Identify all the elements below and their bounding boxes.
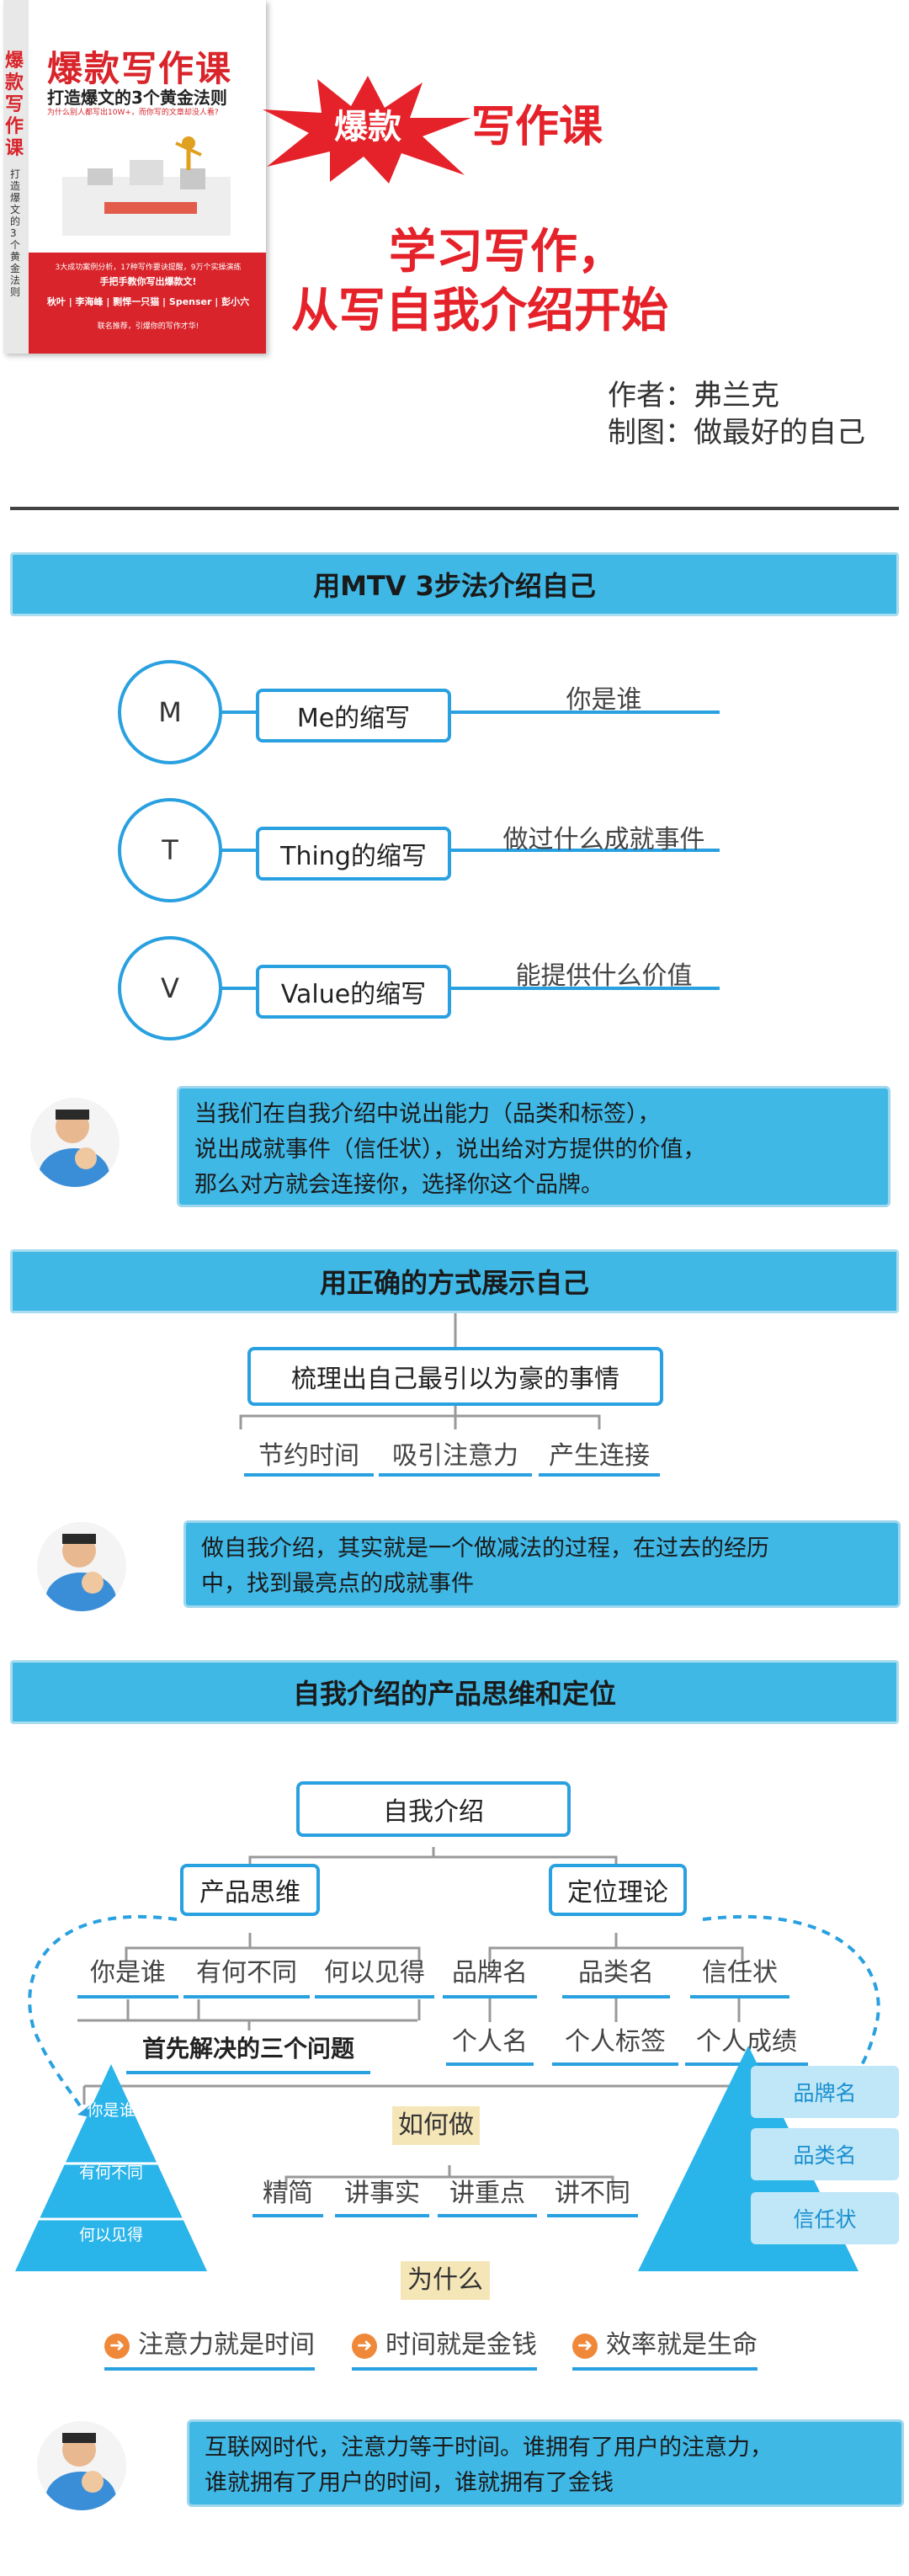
product-thinking-node: 产品思维 (180, 1864, 320, 1916)
book-promo-3: 手把手教你写出爆款文! (99, 276, 197, 287)
book-subtitle: 打造爆文的3个黄金法则 (47, 88, 227, 108)
why-item-1: ➜ 注意力就是时间 (104, 2323, 315, 2371)
section2-item: 节约时间 (244, 1434, 374, 1477)
arrow-right-icon: ➜ (572, 2333, 598, 2359)
right-item: 信任状 (690, 1951, 789, 1999)
mtv-circle-t: T (118, 798, 222, 902)
note-line: 做自我介绍，其实就是一个做减法的过程，在过去的经历 (201, 1535, 769, 1562)
note-line: 谁就拥有了用户的时间，谁就拥有了金钱 (205, 2470, 614, 2496)
how-item: 讲不同 (547, 2172, 638, 2217)
section3-title: 自我介绍的产品思维和定位 (10, 1660, 899, 1724)
mtv-circle-v: V (118, 936, 222, 1041)
why-item-3: ➜ 效率就是生命 (572, 2323, 758, 2371)
book-promo: 为什么别人都写出10W+，而你写的文章却没人看? (47, 109, 219, 117)
designer-line: 制图：做最好的自己 (608, 416, 865, 450)
right-item: 品类名 (562, 1951, 670, 1999)
right-tag: 信任状 (751, 2192, 899, 2244)
avatar (37, 1522, 126, 1611)
section2-title: 用正确的方式展示自己 (10, 1249, 899, 1313)
section1-note: 当我们在自我介绍中说出能力（品类和标签）， 说出成就事件（信任状），说出给对方提… (177, 1086, 890, 1207)
pyramid-level: 有何不同 (78, 2164, 143, 2182)
section2-item: 产生连接 (539, 1434, 660, 1477)
burst-text: 爆款 (334, 108, 401, 146)
note-line: 当我们在自我介绍中说出能力（品类和标签）， (194, 1101, 661, 1127)
author-line: 作者：弗兰克 (608, 379, 779, 412)
left-item: 有何不同 (183, 1951, 310, 1999)
root-node: 自我介绍 (296, 1781, 571, 1837)
note-line: 说出成就事件（信任状），说出给对方提供的价值， (194, 1136, 706, 1163)
book-spine-title: 爆款写作课 (5, 51, 24, 159)
mtv-box-m: Me的缩写 (256, 689, 451, 742)
avatar (30, 1098, 120, 1187)
mtv-desc-t: 做过什么成就事件 (502, 825, 705, 854)
right-item: 品牌名 (443, 1951, 537, 1999)
book-endorse: 秋叶 | 李海峰 | 剽悍一只猫 | Spenser | 彭小六 (46, 296, 250, 307)
book-cover: 爆款写作课 打造爆文的3个黄金法则 爆款写作课 打造爆文的3个黄金法则 为什么别… (3, 0, 266, 354)
book-illustration (62, 136, 231, 236)
why-label: 为什么 (401, 2261, 490, 2300)
section2-note: 做自我介绍，其实就是一个做减法的过程，在过去的经历 中，找到最亮点的成就事件 (183, 1520, 901, 1608)
mtv-box-t: Thing的缩写 (256, 827, 451, 881)
avatar (37, 2421, 126, 2510)
mtv-desc-m: 你是谁 (566, 685, 642, 715)
arrow-right-icon: ➜ (352, 2333, 377, 2359)
how-item: 讲事实 (335, 2172, 429, 2217)
header-divider (10, 507, 899, 510)
left-item: 何以见得 (315, 1951, 434, 1999)
book-spine-subtitle: 打造爆文的3个黄金法则 (10, 168, 21, 298)
why-item-text: 时间就是金钱 (385, 2330, 537, 2360)
note-line: 那么对方就会连接你，选择你这个品牌。 (194, 1172, 603, 1198)
section3-note: 互联网时代，注意力等于时间。谁拥有了用户的注意力， 谁就拥有了用户的时间，谁就拥… (187, 2419, 904, 2507)
section2-main-box: 梳理出自己最引以为豪的事情 (247, 1347, 663, 1406)
book-promo-2: 3大成功案例分析，17种写作要诀提醒，9万个实操演练 (55, 263, 242, 272)
section2-item: 吸引注意力 (379, 1434, 532, 1477)
left-item: 你是谁 (77, 1951, 178, 1999)
mtv-box-v: Value的缩写 (256, 965, 451, 1019)
how-item: 讲重点 (438, 2172, 537, 2217)
section1-title: 用MTV 3步法介绍自己 (10, 552, 899, 616)
note-line: 中，找到最亮点的成就事件 (201, 1571, 474, 1597)
right-sub-item: 个人名 (446, 2020, 534, 2066)
book-promo-4: 联名推荐，引爆你的写作才华! (97, 322, 199, 331)
why-item-text: 注意力就是时间 (138, 2330, 315, 2360)
mtv-desc-v: 能提供什么价值 (515, 961, 693, 991)
why-item-text: 效率就是生命 (606, 2330, 758, 2360)
right-tag: 品类名 (751, 2128, 899, 2180)
note-line: 互联网时代，注意力等于时间。谁拥有了用户的注意力， (205, 2435, 773, 2461)
how-label: 如何做 (392, 2106, 480, 2145)
header-title: 写作课 (471, 102, 603, 152)
pyramid-level: 你是谁 (87, 2101, 136, 2120)
pyramid-level: 何以见得 (78, 2226, 143, 2244)
slogan-line-2: 从写自我介绍开始 (291, 284, 668, 338)
slogan-line-1: 学习写作， (389, 225, 625, 279)
how-item: 精简 (252, 2172, 323, 2217)
right-tag: 品牌名 (751, 2066, 899, 2118)
arrow-right-icon: ➜ (104, 2333, 130, 2359)
why-item-2: ➜ 时间就是金钱 (352, 2323, 537, 2371)
positioning-node: 定位理论 (549, 1864, 687, 1916)
mtv-circle-m: M (118, 660, 222, 764)
